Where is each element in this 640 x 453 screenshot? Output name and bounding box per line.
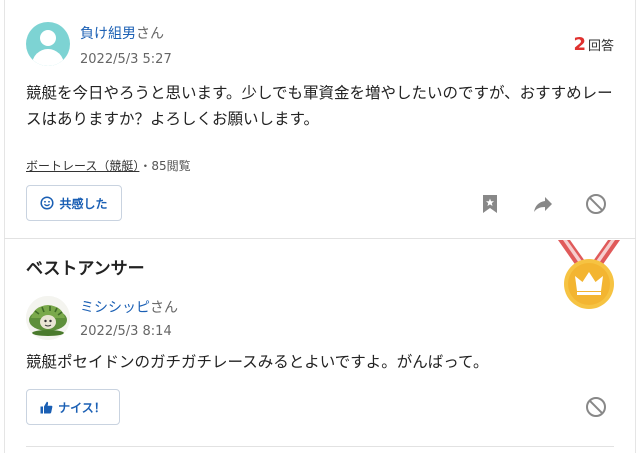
bookmark-icon[interactable] [479, 193, 501, 215]
question-date: 2022/5/3 5:27 [80, 52, 172, 67]
smile-icon [40, 196, 55, 210]
answer-body: 競艇ポセイドンのガチガチレースみるとよいですよ。がんばって。 [26, 353, 489, 371]
bottom-divider [26, 446, 614, 447]
empathy-button-label: 共感した [59, 196, 108, 211]
questioner-avatar[interactable] [26, 22, 70, 66]
nice-button[interactable]: ナイス！ [26, 389, 120, 425]
view-count: ・85閲覧 [139, 159, 191, 173]
answer-count-label: 回答 [587, 39, 614, 54]
medal-icon [554, 238, 624, 310]
answerer-name-row: ミシシッピさん [80, 299, 178, 317]
best-answer-title: ベストアンサー [26, 259, 145, 279]
answer-count-number: 2 [573, 34, 586, 55]
block-icon[interactable] [585, 193, 607, 215]
nice-button-label: ナイス！ [58, 400, 106, 415]
block-icon[interactable] [585, 396, 607, 418]
answerer-name-suffix: さん [150, 300, 178, 316]
category-link[interactable]: ボートレース（競艇） [26, 159, 139, 173]
question-meta: ボートレース（競艇）・85閲覧 [26, 158, 191, 174]
section-divider [4, 238, 636, 239]
share-icon[interactable] [532, 193, 554, 215]
questioner-name-row: 負け組男さん [80, 25, 164, 43]
questioner-name-suffix: さん [136, 26, 164, 42]
answer-count[interactable]: 2 回答 [573, 36, 614, 56]
thumbs-up-icon [40, 401, 53, 413]
question-body: 競艇を今日やろうと思います。少しでも軍資金を増やしたいのですが、おすすめレースは… [26, 84, 613, 128]
empathy-button[interactable]: 共感した [26, 185, 122, 221]
answer-date: 2022/5/3 8:14 [80, 324, 172, 339]
answerer-name-link[interactable]: ミシシッピ [80, 300, 150, 316]
answerer-avatar[interactable] [26, 296, 70, 340]
questioner-name-link[interactable]: 負け組男 [80, 26, 136, 42]
